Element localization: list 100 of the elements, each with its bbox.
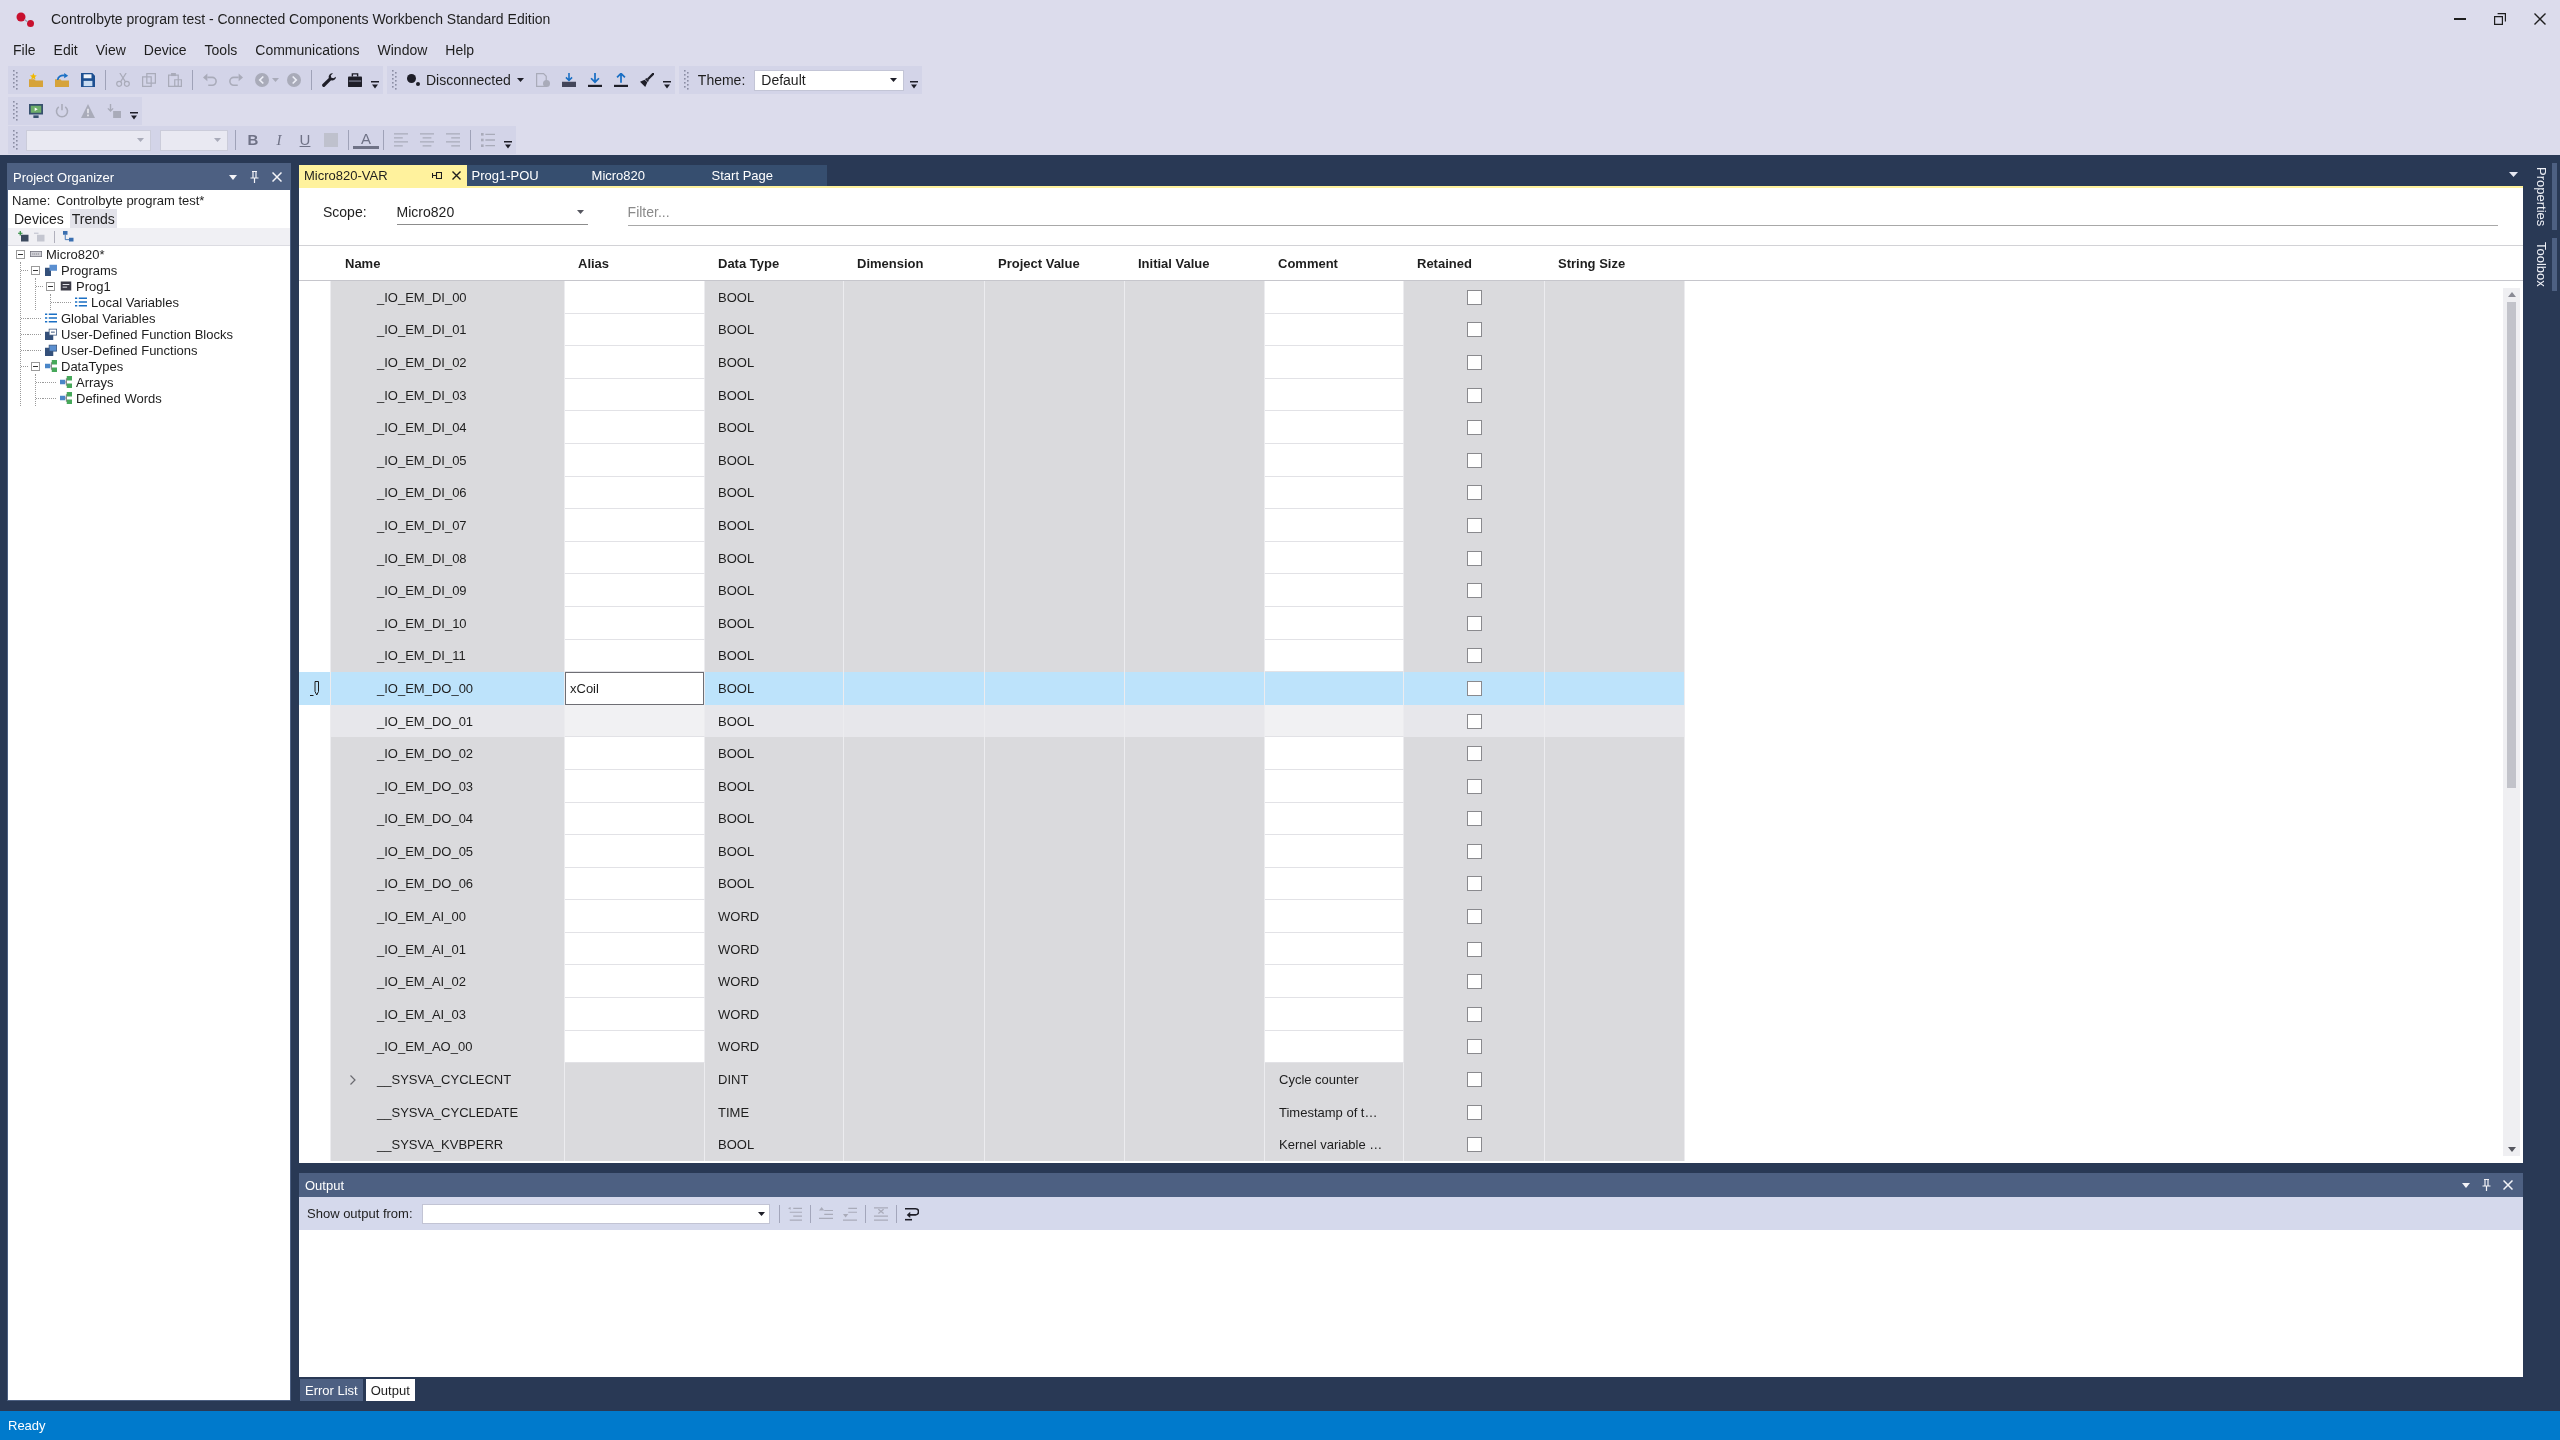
tray-arrow-icon[interactable] bbox=[561, 73, 576, 87]
panel-tab[interactable]: Output bbox=[365, 1379, 415, 1401]
collapse-box-icon[interactable] bbox=[31, 265, 40, 275]
overflow-icon[interactable] bbox=[504, 141, 512, 149]
table-row[interactable]: __SYSVA_KVBPERR BOOL Kernel variable … bbox=[299, 1128, 1685, 1162]
table-row[interactable]: _IO_EM_AI_01 WORD bbox=[299, 932, 1685, 966]
checkbox[interactable] bbox=[1466, 843, 1482, 859]
table-row[interactable]: _IO_EM_DO_00 xCoil BOOL bbox=[299, 672, 1685, 705]
document-tab[interactable]: Micro820 bbox=[586, 165, 707, 186]
wrench-icon[interactable] bbox=[322, 73, 336, 87]
side-tab[interactable]: Properties bbox=[2531, 163, 2557, 231]
column-header[interactable]: Initial Value bbox=[1125, 255, 1265, 271]
caret-down-icon[interactable] bbox=[229, 174, 237, 180]
column-header[interactable]: Dimension bbox=[844, 255, 985, 271]
grip-icon[interactable] bbox=[13, 70, 18, 90]
table-row[interactable]: _IO_EM_DI_08 BOOL bbox=[299, 541, 1685, 575]
alias-input[interactable]: xCoil bbox=[565, 672, 704, 705]
checkbox[interactable] bbox=[1466, 713, 1482, 729]
screen-icon[interactable] bbox=[29, 104, 43, 118]
checkbox[interactable] bbox=[1466, 550, 1482, 566]
upload-icon[interactable] bbox=[613, 73, 628, 87]
checkbox[interactable] bbox=[1466, 1039, 1482, 1055]
caret-down-icon[interactable] bbox=[2462, 1182, 2470, 1188]
table-row[interactable]: _IO_EM_DI_06 BOOL bbox=[299, 476, 1685, 510]
tree-item[interactable]: User-Defined Function Blocks bbox=[60, 326, 234, 342]
folder-star-icon[interactable] bbox=[29, 73, 43, 87]
checkbox[interactable] bbox=[1466, 1104, 1482, 1120]
table-row[interactable]: _IO_EM_DI_07 BOOL bbox=[299, 509, 1685, 542]
tree-nodes-icon[interactable] bbox=[63, 230, 75, 243]
column-header[interactable]: Project Value bbox=[985, 255, 1125, 271]
document-tab[interactable]: Start Page bbox=[706, 165, 827, 186]
plus-box-icon[interactable] bbox=[18, 230, 30, 243]
grip-icon[interactable] bbox=[392, 70, 397, 90]
grip-icon[interactable] bbox=[13, 101, 18, 121]
scroll-thumb[interactable] bbox=[2507, 302, 2516, 788]
filter-field[interactable]: Filter... bbox=[627, 198, 2498, 226]
panel-tab[interactable]: Error List bbox=[300, 1379, 363, 1401]
checkbox[interactable] bbox=[1466, 289, 1482, 305]
panel-tab[interactable]: Trends bbox=[69, 209, 117, 228]
table-row[interactable]: __SYSVA_CYCLEDATE TIME Timestamp of t… bbox=[299, 1095, 1685, 1129]
close-icon[interactable] bbox=[451, 171, 461, 180]
output-source-dropdown[interactable] bbox=[421, 1203, 770, 1224]
collapse-box-icon[interactable] bbox=[16, 249, 25, 259]
column-header[interactable]: Name bbox=[331, 255, 565, 271]
checkbox[interactable] bbox=[1466, 517, 1482, 533]
download-icon[interactable] bbox=[587, 73, 602, 87]
checkbox[interactable] bbox=[1466, 909, 1482, 925]
tree-item[interactable]: Local Variables bbox=[90, 294, 180, 310]
theme-dropdown[interactable]: Default bbox=[754, 69, 905, 91]
checkbox[interactable] bbox=[1466, 1137, 1482, 1153]
tree-item[interactable]: Arrays bbox=[75, 374, 115, 390]
checkbox[interactable] bbox=[1466, 355, 1482, 370]
column-header[interactable]: Data Type bbox=[705, 255, 844, 271]
tree-item[interactable]: Global Variables bbox=[60, 310, 157, 326]
column-header[interactable]: String Size bbox=[1545, 255, 1685, 271]
table-row[interactable]: _IO_EM_DI_03 BOOL bbox=[299, 378, 1685, 412]
checkbox[interactable] bbox=[1466, 452, 1482, 468]
collapse-box-icon[interactable] bbox=[31, 361, 40, 371]
checkbox[interactable] bbox=[1466, 1006, 1482, 1022]
tree-item[interactable]: Programs bbox=[60, 262, 119, 278]
brush-icon[interactable] bbox=[639, 73, 654, 87]
checkbox[interactable] bbox=[1466, 420, 1482, 436]
overflow-icon[interactable] bbox=[662, 81, 671, 89]
collapse-box-icon[interactable] bbox=[46, 281, 55, 291]
scroll-up-icon[interactable] bbox=[2507, 292, 2516, 297]
menu-item[interactable]: View bbox=[86, 40, 135, 60]
checkbox[interactable] bbox=[1466, 746, 1482, 762]
table-row[interactable]: _IO_EM_AI_00 WORD bbox=[299, 900, 1685, 933]
checkbox[interactable] bbox=[1466, 322, 1482, 338]
checkbox[interactable] bbox=[1466, 941, 1482, 957]
table-row[interactable]: _IO_EM_DI_11 BOOL bbox=[299, 639, 1685, 673]
menu-item[interactable]: File bbox=[4, 40, 45, 60]
tree-item[interactable]: Defined Words bbox=[75, 390, 163, 406]
scope-dropdown[interactable]: Micro820 bbox=[396, 199, 588, 225]
checkbox[interactable] bbox=[1466, 778, 1482, 794]
tree-item[interactable]: Prog1 bbox=[75, 278, 112, 294]
table-row[interactable]: _IO_EM_DO_06 BOOL bbox=[299, 867, 1685, 901]
caret-down-icon[interactable] bbox=[2509, 172, 2518, 177]
checkbox[interactable] bbox=[1466, 974, 1482, 990]
tree-item[interactable]: Micro820* bbox=[45, 246, 106, 262]
table-row[interactable]: _IO_EM_DI_02 BOOL bbox=[299, 346, 1685, 379]
checkbox[interactable] bbox=[1466, 680, 1482, 696]
menu-item[interactable]: Device bbox=[134, 40, 196, 60]
restore-icon[interactable] bbox=[2494, 13, 2506, 25]
table-row[interactable]: _IO_EM_DI_05 BOOL bbox=[299, 443, 1685, 477]
checkbox[interactable] bbox=[1466, 387, 1482, 403]
checkbox[interactable] bbox=[1466, 648, 1482, 664]
folder-arrow-icon[interactable] bbox=[55, 73, 69, 87]
checkbox[interactable] bbox=[1466, 811, 1482, 827]
tree-item[interactable]: User-Defined Functions bbox=[60, 342, 199, 358]
overflow-icon[interactable] bbox=[371, 81, 379, 89]
tree-item[interactable]: DataTypes bbox=[60, 358, 125, 374]
menu-item[interactable]: Communications bbox=[246, 40, 369, 60]
table-row[interactable]: _IO_EM_DI_04 BOOL bbox=[299, 411, 1685, 444]
checkbox[interactable] bbox=[1466, 876, 1482, 892]
menu-item[interactable]: Help bbox=[436, 40, 484, 60]
side-tab[interactable]: Toolbox bbox=[2531, 238, 2557, 292]
grip-icon[interactable] bbox=[683, 70, 689, 90]
menu-item[interactable]: Edit bbox=[44, 40, 87, 60]
grip-icon[interactable] bbox=[13, 130, 18, 150]
